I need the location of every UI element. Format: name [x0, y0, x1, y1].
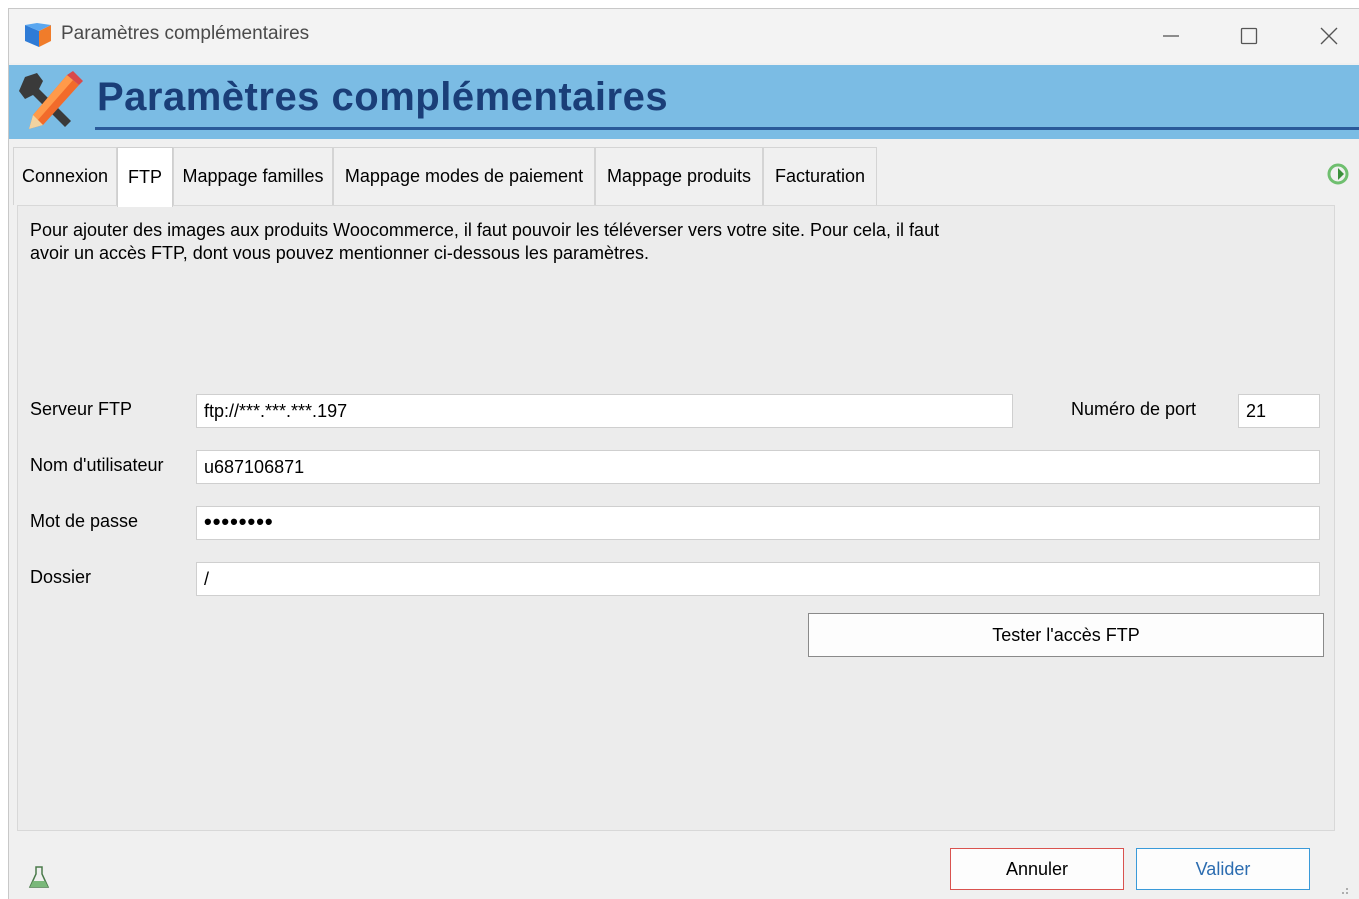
tab-facturation[interactable]: Facturation — [763, 147, 877, 205]
ftp-description: Pour ajouter des images aux produits Woo… — [30, 220, 940, 263]
cancel-button[interactable]: Annuler — [950, 848, 1124, 890]
folder-input[interactable]: / — [196, 562, 1320, 596]
maximize-button[interactable] — [1209, 9, 1289, 63]
title-bar: Paramètres complémentaires — [9, 9, 1359, 63]
maximize-icon — [1240, 27, 1258, 45]
username-input[interactable]: u687106871 — [196, 450, 1320, 484]
header-banner: Paramètres complémentaires — [9, 65, 1359, 139]
password-label: Mot de passe — [30, 511, 139, 531]
banner-title: Paramètres complémentaires — [97, 75, 669, 119]
ok-button[interactable]: Valider — [1136, 848, 1310, 890]
tab-mappage-modes-paiement[interactable]: Mappage modes de paiement — [333, 147, 595, 205]
server-label: Serveur FTP — [30, 399, 133, 419]
banner-underline — [95, 127, 1359, 130]
flask-icon[interactable] — [27, 865, 51, 891]
tab-ftp[interactable]: FTP — [117, 147, 173, 207]
port-label: Numéro de port — [1071, 399, 1197, 419]
close-button[interactable] — [1289, 9, 1359, 63]
tools-icon — [19, 71, 83, 129]
dialog-window: Paramètres complémentaires Paramètres co… — [8, 8, 1359, 899]
tab-mappage-produits[interactable]: Mappage produits — [595, 147, 763, 205]
tab-connexion[interactable]: Connexion — [13, 147, 117, 205]
tab-mappage-familles[interactable]: Mappage familles — [173, 147, 333, 205]
minimize-button[interactable] — [1131, 9, 1211, 63]
minimize-icon — [1163, 35, 1179, 37]
port-input[interactable]: 21 — [1238, 394, 1320, 428]
resize-grip-icon[interactable] — [1339, 885, 1349, 895]
window-title: Paramètres complémentaires — [61, 23, 310, 44]
close-icon — [1320, 27, 1338, 45]
folder-label: Dossier — [30, 567, 92, 587]
username-label: Nom d'utilisateur — [30, 455, 164, 475]
server-input[interactable]: ftp://***.***.***.197 — [196, 394, 1013, 428]
test-ftp-button[interactable]: Tester l'accès FTP — [808, 613, 1324, 657]
password-input[interactable]: •••••••• — [196, 506, 1320, 540]
refresh-icon[interactable] — [1325, 161, 1351, 187]
app-logo-icon — [25, 23, 51, 47]
